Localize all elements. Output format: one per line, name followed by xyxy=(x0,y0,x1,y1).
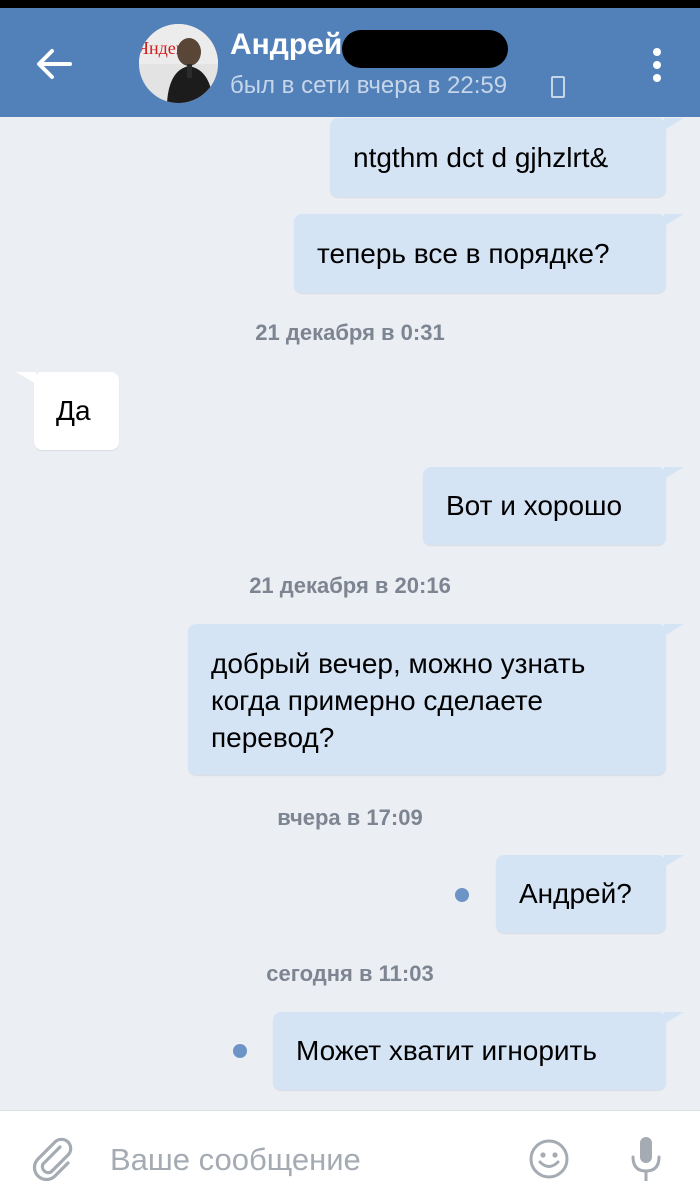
unread-indicator xyxy=(455,888,469,902)
message-text: ntgthm dct d gjhzlrt& xyxy=(353,142,609,173)
date-separator: 21 декабря в 20:16 xyxy=(249,573,451,598)
back-button[interactable] xyxy=(26,36,82,92)
outgoing-message[interactable]: Андрей? xyxy=(496,855,684,933)
phone-icon xyxy=(551,76,565,98)
arrow-left-icon xyxy=(37,49,72,79)
paperclip-icon xyxy=(32,1137,73,1182)
message-text: Может хватит игнорить xyxy=(296,1035,597,1066)
message-list[interactable]: ntgthm dct d gjhzlrt& теперь все в поряд… xyxy=(0,117,700,1110)
date-separator: сегодня в 11:03 xyxy=(266,961,434,986)
emoji-button[interactable] xyxy=(527,1137,571,1181)
contact-name[interactable]: Андрей xyxy=(230,28,342,62)
message-input[interactable] xyxy=(110,1139,510,1181)
message-text: добрый вечер, можно узнать когда примерн… xyxy=(211,648,586,753)
outgoing-message[interactable]: теперь все в порядке? xyxy=(294,214,684,293)
message-composer xyxy=(0,1110,700,1204)
date-separator: вчера в 17:09 xyxy=(277,805,423,830)
more-vertical-icon xyxy=(653,48,661,56)
unread-indicator xyxy=(233,1044,247,1058)
last-seen-status: был в сети вчера в 22:59 xyxy=(230,72,508,99)
outgoing-message[interactable]: ntgthm dct d gjhzlrt& xyxy=(330,118,684,197)
outgoing-message[interactable]: добрый вечер, можно узнать когда примерн… xyxy=(188,624,684,775)
avatar[interactable]: Яндекс xyxy=(139,24,218,103)
chat-header: Яндекс Андрей был в сети вчера в 22:59 xyxy=(0,8,700,117)
message-text: Да xyxy=(56,395,91,426)
outgoing-message[interactable]: Может хватит игнорить xyxy=(273,1012,684,1090)
incoming-message[interactable]: Да xyxy=(16,372,119,450)
message-text: Андрей? xyxy=(519,878,632,909)
emoji-icon xyxy=(529,1139,569,1179)
message-text: теперь все в порядке? xyxy=(317,238,610,269)
outgoing-message[interactable]: Вот и хорошо xyxy=(423,467,684,545)
date-separator: 21 декабря в 0:31 xyxy=(255,320,445,345)
status-bar xyxy=(0,0,700,8)
message-text: Вот и хорошо xyxy=(446,490,623,521)
attach-button[interactable] xyxy=(30,1135,80,1185)
microphone-icon xyxy=(631,1137,661,1181)
name-redaction xyxy=(342,30,508,68)
microphone-button[interactable] xyxy=(628,1133,664,1187)
more-options-button[interactable] xyxy=(637,42,677,88)
avatar-photo: Яндекс xyxy=(139,24,218,103)
